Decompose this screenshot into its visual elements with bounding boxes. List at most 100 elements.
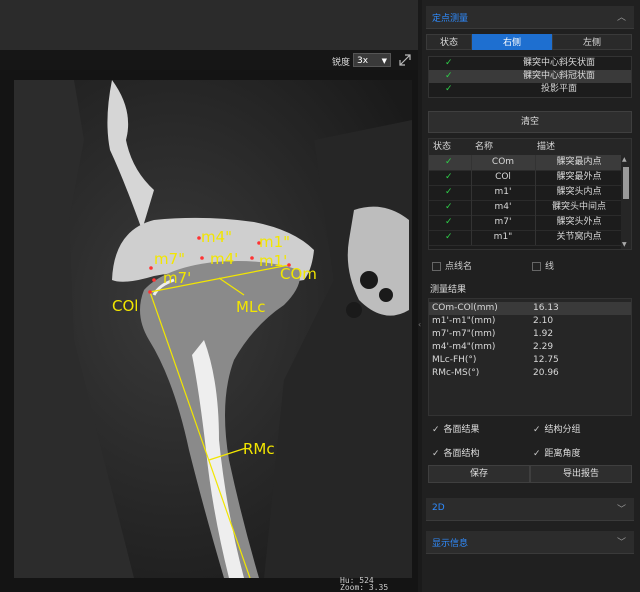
label-com: COm	[280, 265, 317, 283]
list-item[interactable]: ✓ 投影平面	[429, 83, 631, 96]
check-icon: ✓	[445, 71, 453, 81]
label-m7pp: m7"	[154, 250, 186, 268]
point-desc: 关节窝内点	[556, 232, 602, 242]
result-value: 16.13	[533, 303, 559, 313]
results-label: 测量结果	[430, 285, 467, 295]
list-item[interactable]: MLc-FH(°) 12.75	[429, 354, 631, 367]
check-icon: ✓	[445, 157, 453, 167]
label-m4pp: m4"	[201, 228, 233, 246]
check-icon: ✓	[533, 425, 541, 435]
list-item[interactable]: m7'-m7"(mm) 1.92	[429, 328, 631, 341]
point-name: m1'	[494, 187, 512, 197]
scroll-down-icon[interactable]: ▼	[622, 241, 627, 248]
option-label: 线	[545, 262, 555, 272]
col-header-desc: 描述	[537, 142, 556, 152]
zoom-select-value: 3x	[357, 56, 369, 66]
section-point-measure-header[interactable]: 定点测量 ︿	[426, 6, 634, 29]
chevron-down-icon: ﹀	[616, 505, 626, 515]
result-value: 2.10	[533, 316, 554, 326]
point-desc: 髁突头外点	[556, 217, 602, 227]
checkbox-label: 各面结果	[443, 425, 480, 435]
sharpness-label: 锐度	[332, 58, 351, 68]
point-desc: 髁突头中间点	[551, 202, 606, 212]
result-name: m4'-m4"(mm)	[432, 342, 496, 352]
plane-label: 投影平面	[540, 84, 577, 94]
result-value: 20.96	[533, 368, 559, 378]
list-item[interactable]: ✓ 髁突中心斜冠状面	[429, 70, 631, 83]
label-m1pp: m1"	[259, 233, 291, 251]
point-table: 状态 名称 描述 ✓ COm 髁突最内点 ✓ COl 髁突最外点 ✓ m1' 髁…	[428, 138, 632, 250]
col-header-status: 状态	[433, 142, 452, 152]
results-list: COm-COl(mm) 16.13 m1'-m1"(mm) 2.10 m7'-m…	[428, 298, 632, 416]
table-header: 状态 名称 描述	[429, 139, 631, 155]
check-icon: ✓	[445, 187, 453, 197]
result-name: MLc-FH(°)	[432, 355, 477, 365]
distance-angle-checkbox[interactable]: ✓ 距离角度	[533, 446, 581, 459]
section-title: 显示信息	[432, 539, 469, 549]
label-rmc: RMc	[243, 440, 275, 458]
tab-left-side[interactable]: 左侧	[552, 34, 632, 50]
tab-status[interactable]: 状态	[426, 34, 472, 50]
check-icon: ✓	[445, 217, 453, 227]
ct-scan-graphic	[14, 80, 412, 578]
label-col: COl	[112, 297, 139, 315]
checkbox-icon	[532, 262, 541, 271]
section-title: 2D	[432, 503, 445, 513]
check-icon: ✓	[445, 58, 453, 68]
table-row[interactable]: ✓ m1" 关节窝内点	[429, 230, 621, 246]
point-name: m4'	[494, 202, 512, 212]
label-m7p: m7'	[163, 269, 192, 287]
save-button[interactable]: 保存	[428, 465, 530, 483]
checkbox-icon	[432, 262, 441, 271]
result-value: 2.29	[533, 342, 554, 352]
section-display-info-header[interactable]: 显示信息 ﹀	[426, 531, 634, 554]
table-row[interactable]: ✓ m4' 髁突头中间点	[429, 200, 621, 216]
result-name: m1'-m1"(mm)	[432, 316, 496, 326]
list-item[interactable]: ✓ 髁突中心斜矢状面	[429, 57, 631, 70]
chevron-down-icon: ﹀	[616, 538, 626, 548]
table-row[interactable]: ✓ m7' 髁突头外点	[429, 215, 621, 231]
point-name: m7'	[494, 217, 512, 227]
section-2d-header[interactable]: 2D ﹀	[426, 498, 634, 521]
ct-image[interactable]: m4" m1" m7" m4' m1' COm m7' COl MLc RMc	[14, 80, 412, 578]
plane-list: ✓ 髁突中心斜矢状面 ✓ 髁突中心斜冠状面 ✓ 投影平面	[428, 56, 632, 98]
zoom-readout: Zoom: 3.35	[340, 583, 389, 592]
list-item[interactable]: RMc-MS(°) 20.96	[429, 367, 631, 380]
point-name: COl	[495, 172, 511, 182]
table-row[interactable]: ✓ COm 髁突最内点	[429, 155, 621, 171]
section-title: 定点测量	[432, 14, 469, 24]
list-item[interactable]: m4'-m4"(mm) 2.29	[429, 341, 631, 354]
each-plane-result-checkbox[interactable]: ✓ 各面结果	[432, 422, 480, 435]
checkbox-label: 各面结构	[443, 449, 480, 459]
tab-right-side[interactable]: 右侧	[472, 34, 552, 50]
plane-label: 髁突中心斜冠状面	[522, 71, 595, 81]
chevron-up-icon: ︿	[616, 13, 626, 23]
export-report-button[interactable]: 导出报告	[530, 465, 632, 483]
table-scrollbar[interactable]: ▲ ▼	[621, 155, 631, 249]
point-name: COm	[491, 157, 515, 167]
check-icon: ✓	[445, 84, 453, 94]
checkbox-label: 距离角度	[544, 449, 581, 459]
side-tabs: 状态 右侧 左侧	[426, 34, 632, 50]
viewer-top-strip	[0, 0, 418, 50]
clear-button[interactable]: 清空	[428, 111, 632, 133]
scroll-up-icon[interactable]: ▲	[622, 156, 627, 163]
zoom-select[interactable]: 3x ▼	[353, 53, 391, 67]
table-row[interactable]: ✓ COl 髁突最外点	[429, 170, 621, 186]
line-option[interactable]: 线	[532, 259, 554, 272]
list-item[interactable]: m1'-m1"(mm) 2.10	[429, 315, 631, 328]
check-icon: ✓	[445, 232, 453, 242]
each-plane-structure-checkbox[interactable]: ✓ 各面结构	[432, 446, 480, 459]
fullscreen-icon[interactable]	[398, 53, 412, 67]
point-name-option[interactable]: 点线名	[432, 259, 472, 272]
label-mlc: MLc	[236, 298, 266, 316]
table-row[interactable]: ✓ m1' 髁突头内点	[429, 185, 621, 201]
check-icon: ✓	[445, 202, 453, 212]
check-icon: ✓	[445, 172, 453, 182]
check-icon: ✓	[432, 425, 440, 435]
option-label: 点线名	[445, 262, 473, 272]
point-desc: 髁突头内点	[556, 187, 602, 197]
scrollbar-thumb[interactable]	[623, 167, 629, 199]
structure-group-checkbox[interactable]: ✓ 结构分组	[533, 422, 581, 435]
list-item[interactable]: COm-COl(mm) 16.13	[429, 302, 631, 315]
